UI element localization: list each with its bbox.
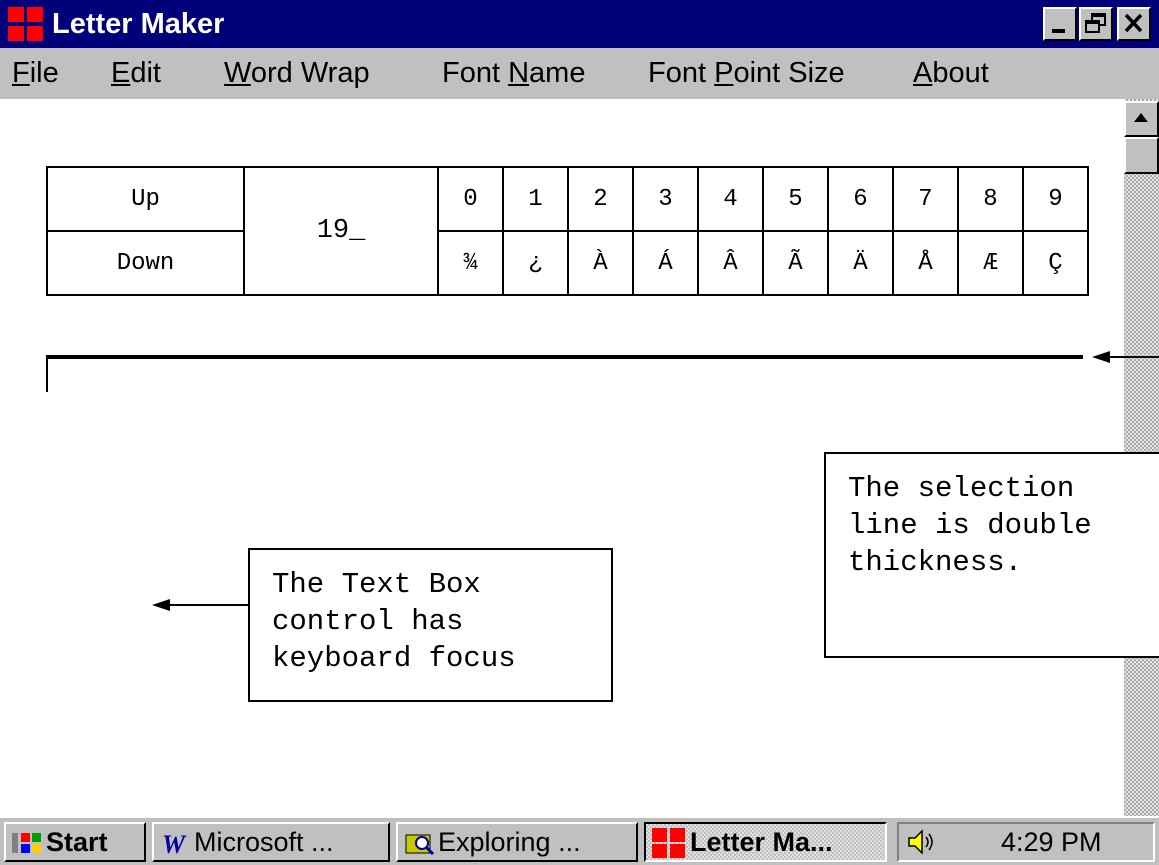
- digit-cell: 1: [502, 166, 569, 232]
- char-cell[interactable]: ¿: [502, 230, 569, 296]
- menu-word-wrap[interactable]: Word Wrap: [224, 56, 370, 90]
- task-exploring[interactable]: Exploring ...: [396, 822, 638, 862]
- explorer-icon: [405, 834, 435, 856]
- minimize-button[interactable]: [1043, 7, 1077, 41]
- restore-button[interactable]: [1079, 7, 1113, 41]
- menu-font-name[interactable]: Font Name: [442, 56, 585, 90]
- system-tray: 4:29 PM: [897, 822, 1155, 862]
- character-table: Up 19_ 0 1 2 3 4 5 6 7 8 9 Down ¾ ¿ À Á …: [46, 166, 1089, 296]
- digit-cell: 8: [957, 166, 1024, 232]
- char-cell[interactable]: Å: [892, 230, 959, 296]
- task-label: Exploring ...: [438, 827, 581, 857]
- scroll-thumb[interactable]: [1124, 137, 1159, 174]
- task-letter-maker[interactable]: Letter Ma...: [644, 822, 887, 862]
- title-bar[interactable]: Letter Maker: [0, 0, 1159, 48]
- char-cell[interactable]: Æ: [957, 230, 1024, 296]
- digit-cell: 7: [892, 166, 959, 232]
- close-icon: [1124, 13, 1143, 33]
- digit-cell: 3: [632, 166, 699, 232]
- arrow-up-icon: [1134, 113, 1148, 122]
- code-cell: 19_: [243, 166, 439, 296]
- window-title: Letter Maker: [52, 8, 225, 40]
- close-button[interactable]: [1117, 7, 1151, 41]
- text-box[interactable]: [46, 359, 48, 392]
- char-cell[interactable]: À: [567, 230, 634, 296]
- app-icon: [652, 828, 685, 858]
- app-icon[interactable]: [8, 7, 44, 42]
- restore-icon: [1085, 13, 1106, 33]
- arrow-left-icon: [152, 599, 250, 611]
- callout-selection-line: The selection line is double thickness.: [824, 452, 1159, 658]
- digit-cell: 4: [697, 166, 764, 232]
- digit-cell: 0: [437, 166, 504, 232]
- menu-edit[interactable]: Edit: [111, 56, 161, 90]
- char-cell[interactable]: ¾: [437, 230, 504, 296]
- digit-cell: 9: [1022, 166, 1089, 232]
- char-cell[interactable]: Ç: [1022, 230, 1089, 296]
- char-cell[interactable]: Ä: [827, 230, 894, 296]
- char-cell[interactable]: Â: [697, 230, 764, 296]
- char-cell[interactable]: Ã: [762, 230, 829, 296]
- menu-bar: File Edit Word Wrap Font Name Font Point…: [0, 48, 1159, 99]
- minimize-icon: [1052, 29, 1065, 33]
- scroll-up-button[interactable]: [1124, 101, 1159, 137]
- callout-text-box: The Text Box control has keyboard focus: [248, 548, 613, 702]
- volume-icon[interactable]: [905, 828, 939, 856]
- arrow-left-icon: [1092, 351, 1159, 363]
- menu-about[interactable]: About: [913, 56, 989, 90]
- task-label: Microsoft ...: [194, 827, 334, 857]
- start-button[interactable]: Start: [4, 822, 146, 862]
- digit-cell: 5: [762, 166, 829, 232]
- down-cell[interactable]: Down: [46, 230, 245, 296]
- word-icon: W: [162, 830, 187, 857]
- digit-cell: 6: [827, 166, 894, 232]
- menu-font-point-size[interactable]: Font Point Size: [648, 56, 845, 90]
- start-label: Start: [46, 827, 108, 857]
- clock[interactable]: 4:29 PM: [1001, 826, 1102, 858]
- windows-logo-icon: [12, 833, 41, 853]
- char-cell[interactable]: Á: [632, 230, 699, 296]
- menu-file[interactable]: File: [12, 56, 59, 90]
- svg-text:W: W: [162, 830, 187, 857]
- up-cell[interactable]: Up: [46, 166, 245, 232]
- task-microsoft-word[interactable]: W Microsoft ...: [152, 822, 390, 862]
- taskbar: Start W Microsoft ... Exploring ... Lett…: [0, 816, 1159, 865]
- task-label: Letter Ma...: [690, 827, 833, 857]
- selection-line: [46, 355, 1083, 359]
- digit-cell: 2: [567, 166, 634, 232]
